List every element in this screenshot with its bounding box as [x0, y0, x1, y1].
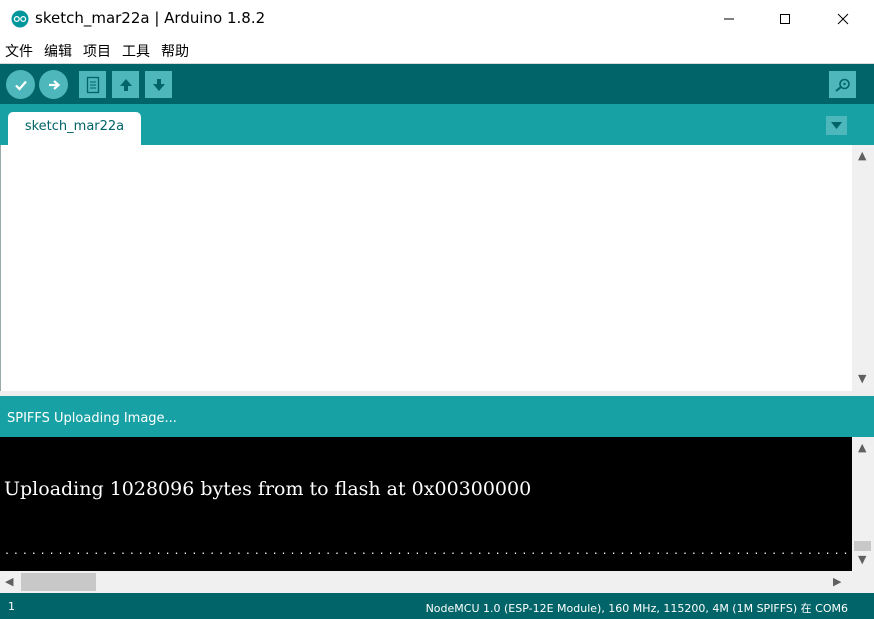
scroll-down-icon[interactable]: ▼: [858, 373, 866, 384]
menu-file[interactable]: 文件: [5, 41, 33, 61]
menu-help[interactable]: 帮助: [161, 41, 189, 61]
scroll-up-icon[interactable]: ▲: [858, 442, 866, 453]
menu-bar: 文件 编辑 项目 工具 帮助: [0, 38, 874, 64]
console-line: Uploading 1028096 bytes from to flash at…: [4, 478, 532, 500]
new-file-icon: [86, 76, 99, 93]
board-info: NodeMCU 1.0 (ESP-12E Module), 160 MHz, 1…: [425, 602, 848, 615]
console-horizontal-scrollbar[interactable]: ◀ ▶: [0, 571, 874, 593]
tab-menu-button[interactable]: [826, 116, 847, 135]
status-message: SPIFFS Uploading Image...: [7, 411, 177, 426]
magnifier-icon: [834, 78, 850, 92]
checkmark-icon: [14, 80, 27, 91]
serial-monitor-button[interactable]: [829, 71, 856, 98]
close-icon: [837, 13, 849, 25]
line-number: 1: [8, 600, 15, 613]
right-arrow-icon: [48, 79, 60, 90]
open-sketch-button[interactable]: [112, 71, 139, 98]
open-up-arrow-icon: [119, 78, 132, 91]
menu-tools[interactable]: 工具: [122, 41, 150, 61]
tab-label: sketch_mar22a: [24, 119, 125, 134]
console-vertical-scroll-thumb[interactable]: [854, 541, 871, 551]
console-horizontal-scroll-thumb[interactable]: [21, 573, 96, 591]
save-sketch-button[interactable]: [145, 71, 172, 98]
console-output[interactable]: Uploading 1028096 bytes from to flash at…: [0, 437, 852, 571]
save-down-arrow-icon: [152, 78, 165, 91]
status-bar: SPIFFS Uploading Image...: [0, 396, 874, 437]
menu-sketch[interactable]: 项目: [83, 41, 111, 61]
scroll-right-icon[interactable]: ▶: [833, 576, 841, 587]
verify-button[interactable]: [6, 70, 35, 99]
maximize-button[interactable]: [756, 0, 814, 38]
minimize-button[interactable]: [700, 0, 758, 38]
triangle-down-icon: [831, 122, 842, 129]
minimize-icon: [724, 18, 734, 20]
scroll-up-icon[interactable]: ▲: [858, 150, 866, 161]
upload-button[interactable]: [39, 70, 68, 99]
code-editor[interactable]: [0, 145, 853, 391]
close-button[interactable]: [814, 0, 872, 38]
scroll-left-icon[interactable]: ◀: [5, 576, 13, 587]
menu-edit[interactable]: 编辑: [44, 41, 72, 61]
console-progress-dots: ........................................…: [4, 546, 852, 557]
maximize-icon: [780, 14, 790, 24]
title-bar: sketch_mar22a | Arduino 1.8.2: [0, 0, 874, 38]
new-sketch-button[interactable]: [79, 71, 106, 98]
footer-bar: 1 NodeMCU 1.0 (ESP-12E Module), 160 MHz,…: [0, 593, 874, 619]
editor-vertical-scrollbar[interactable]: ▲ ▼: [852, 145, 874, 391]
arduino-logo-icon: [11, 10, 29, 28]
window-title: sketch_mar22a | Arduino 1.8.2: [35, 9, 266, 27]
tab-sketch[interactable]: sketch_mar22a: [8, 112, 141, 145]
scroll-down-icon[interactable]: ▼: [858, 554, 866, 565]
